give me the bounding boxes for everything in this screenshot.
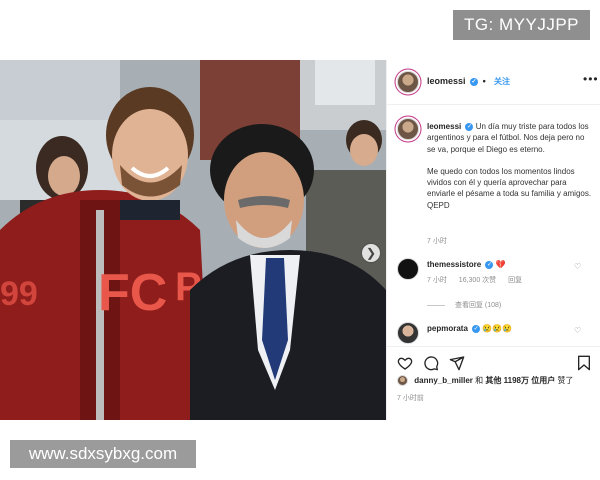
post-actions [387, 346, 600, 377]
caption-avatar[interactable] [397, 118, 419, 140]
comment-text-row: pepmorata ✓ 😢😢😢 [427, 324, 512, 333]
divider [427, 304, 445, 306]
svg-text:99: 99 [0, 275, 38, 313]
follow-button[interactable]: 关注 [494, 76, 510, 87]
instagram-post: FC P 99 ❯ leomessi ✓ • 关注 ••• leomessi ✓… [0, 60, 600, 420]
verified-icon: ✓ [465, 122, 474, 131]
likes-count[interactable]: 其他 1198万 位用户 [485, 376, 555, 385]
share-icon[interactable] [449, 355, 465, 371]
header-username[interactable]: leomessi [427, 76, 466, 86]
watermark-bottom: www.sdxsybxg.com [10, 440, 196, 468]
post-header: leomessi ✓ • 关注 ••• [387, 60, 600, 105]
more-icon[interactable]: ••• [583, 72, 599, 86]
bookmark-icon[interactable] [577, 355, 591, 371]
comment-avatar[interactable] [397, 258, 419, 280]
comment-text: 😢😢😢 [482, 324, 513, 333]
view-replies-label: 查看回复 (108) [454, 302, 502, 309]
liker-username[interactable]: danny_b_miller [414, 376, 473, 385]
heart-icon[interactable] [397, 355, 413, 371]
post-timestamp: 7 小时前 [397, 395, 424, 402]
caption-username[interactable]: leomessi [427, 122, 461, 131]
post-photo: FC P 99 ❯ [0, 60, 386, 420]
caption-paragraph-2: Me quedo con todos los momentos lindos v… [427, 166, 592, 210]
comment-meta: 7 小时 16,300 次赞 回复 [427, 275, 532, 285]
watermark-top: TG: MYYJJPP [453, 10, 590, 40]
comment-username[interactable]: pepmorata [427, 324, 468, 333]
verified-icon: ✓ [470, 77, 479, 86]
likes-and: 和 [475, 376, 484, 385]
comment-icon[interactable] [423, 355, 439, 371]
likes-suffix: 赞了 [557, 376, 574, 385]
comment-time: 7 小时 [427, 277, 447, 284]
post-photo-image: FC P 99 [0, 60, 386, 420]
comment-likes[interactable]: 16,300 次赞 [459, 277, 496, 284]
caption-time: 7 小时 [427, 238, 447, 245]
avatar[interactable] [397, 71, 419, 93]
post-details-panel: leomessi ✓ • 关注 ••• leomessi ✓ Un día mu… [386, 60, 600, 420]
comment-heart-icon[interactable]: ♡ [574, 262, 581, 271]
view-replies-button[interactable]: 查看回复 (108) [427, 300, 501, 310]
svg-text:FC: FC [98, 264, 167, 322]
carousel-next-button[interactable]: ❯ [362, 244, 380, 262]
comment-avatar[interactable] [397, 322, 419, 344]
comment-text-row: themessistore ✓ 💔 [427, 260, 506, 269]
chevron-right-icon: ❯ [365, 246, 377, 260]
comment-reply-button[interactable]: 回复 [508, 277, 522, 284]
comment-username[interactable]: themessistore [427, 260, 481, 269]
header-username-row: leomessi ✓ • [427, 76, 486, 86]
caption-text: leomessi ✓ Un día muy triste para todos … [427, 121, 593, 211]
likes-summary: danny_b_miller 和 其他 1198万 位用户 赞了 [397, 375, 574, 387]
comment-heart-icon[interactable]: ♡ [574, 326, 581, 335]
verified-icon: ✓ [485, 260, 494, 269]
verified-icon: ✓ [472, 324, 481, 333]
comment-text: 💔 [495, 260, 506, 269]
liker-avatar [397, 375, 408, 387]
separator: • [482, 76, 486, 86]
